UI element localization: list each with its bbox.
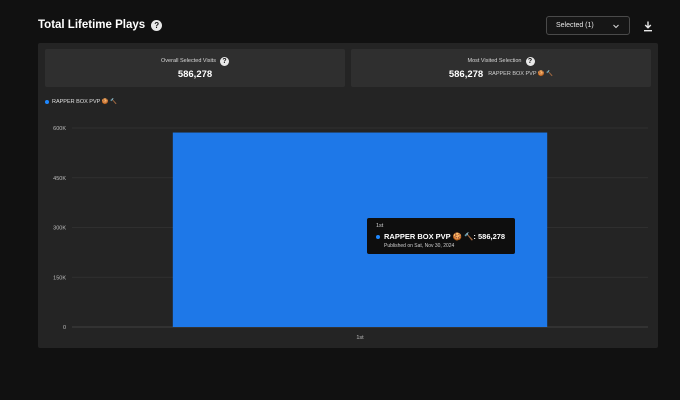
tooltip-series-row: RAPPER BOX PVP 🍪 🔨: 586,278 — [376, 232, 506, 241]
tooltip-series-line: RAPPER BOX PVP 🍪 🔨: 586,278 — [384, 232, 506, 241]
title-text: Total Lifetime Plays — [38, 19, 146, 31]
download-icon[interactable] — [640, 18, 656, 34]
chevron-down-icon — [611, 21, 621, 31]
tooltip-swatch — [376, 234, 380, 239]
selection-dropdown-value: Selected (1) — [556, 22, 594, 29]
tooltip-published: Published on Sat, Nov 30, 2024 — [384, 243, 455, 249]
tooltip-header: 1st — [376, 223, 384, 229]
y-tick-label: 0 — [63, 325, 66, 331]
bar-chart: 0 150K 300K 450K 600K 1st — [53, 126, 648, 341]
help-icon[interactable]: ? — [151, 19, 163, 31]
y-tick-label: 450K — [53, 176, 66, 182]
page-title: Total Lifetime Plays ? — [38, 19, 163, 31]
y-tick-label: 600K — [53, 126, 66, 132]
selection-dropdown[interactable]: Selected (1) — [546, 16, 630, 35]
chart-panel: Overall Selected Visits ? 586,278 Most V… — [38, 43, 658, 348]
y-tick-label: 150K — [53, 275, 66, 281]
y-tick-label: 300K — [53, 226, 66, 232]
x-tick-label: 1st — [356, 335, 364, 341]
chart-tooltip: 1st RAPPER BOX PVP 🍪 🔨: 586,278 Publishe… — [367, 218, 515, 254]
